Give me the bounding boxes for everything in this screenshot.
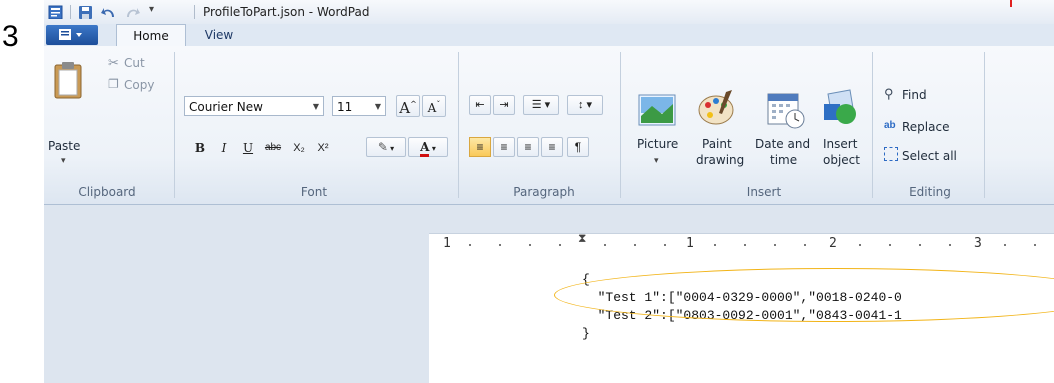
select-all-icon — [884, 147, 898, 161]
font-group-label: Font — [300, 185, 328, 199]
ruler-label: 1 — [443, 236, 451, 251]
underline-button[interactable]: U — [238, 138, 258, 158]
bullets-button[interactable]: ☰ ▾ — [523, 95, 559, 115]
date-time-label-1[interactable]: Date and — [755, 137, 810, 151]
chevron-down-icon: ▼ — [312, 102, 319, 111]
subscript-button[interactable]: X₂ — [288, 138, 310, 158]
picture-dropdown-icon[interactable]: ▾ — [654, 155, 659, 166]
ribbon-tab-strip — [44, 24, 1054, 47]
paragraph-group-label: Paragraph — [513, 185, 575, 199]
undo-icon[interactable] — [100, 5, 118, 19]
paint-drawing-label-1[interactable]: Paint — [702, 137, 732, 151]
ruler[interactable]: 1 1 2 3 ⧗ — [429, 231, 1054, 257]
paste-icon[interactable] — [52, 61, 86, 101]
redo-icon[interactable] — [124, 5, 142, 19]
document-line: } — [582, 326, 590, 341]
tab-home[interactable]: Home — [116, 24, 186, 47]
paint-palette-icon[interactable] — [696, 88, 736, 128]
replace-icon: ab — [884, 120, 896, 131]
justify-button[interactable]: ≡ — [541, 137, 563, 157]
binoculars-icon: ⚲ — [884, 86, 894, 101]
line-spacing-button[interactable]: ↕ ▾ — [567, 95, 603, 115]
bold-button[interactable]: B — [190, 138, 210, 158]
align-center-button[interactable]: ≡ — [493, 137, 515, 157]
highlighter-icon: ✎ — [377, 140, 388, 154]
copy-icon: ❐ — [108, 77, 119, 91]
menu-icon — [59, 29, 82, 40]
red-annotation-mark — [1010, 0, 1012, 7]
ribbon-separator — [872, 52, 873, 198]
ribbon-separator — [620, 52, 621, 198]
workspace-background — [44, 205, 429, 383]
ruler-label: 3 — [974, 236, 982, 251]
paint-drawing-label-2[interactable]: drawing — [696, 153, 744, 167]
shrink-font-button[interactable]: Aˇ — [422, 95, 446, 117]
save-icon[interactable] — [78, 5, 94, 19]
date-time-icon[interactable] — [766, 90, 806, 130]
text-color-button[interactable]: A ▾ — [408, 137, 448, 157]
application-menu-button[interactable] — [46, 25, 98, 45]
ruler-label: 2 — [829, 236, 837, 251]
ribbon-separator — [174, 52, 175, 198]
window-title: ProfileToPart.json - WordPad — [203, 5, 370, 19]
align-right-button[interactable]: ≡ — [517, 137, 539, 157]
font-size-select[interactable]: 11 ▼ — [332, 96, 386, 116]
highlight-color-button[interactable]: ✎ ▾ — [366, 137, 406, 157]
step-number: 3 — [2, 20, 19, 53]
select-all-button[interactable]: Select all — [902, 149, 957, 163]
wordpad-app-icon[interactable] — [48, 5, 64, 19]
chevron-down-icon: ▼ — [374, 102, 381, 111]
italic-button[interactable]: I — [214, 138, 234, 158]
cut-button[interactable]: Cut — [124, 56, 145, 70]
insert-group-label: Insert — [746, 185, 782, 199]
increase-indent-button[interactable]: ⇥ — [493, 95, 515, 115]
insert-object-label-2[interactable]: object — [823, 153, 860, 167]
insert-object-label-1[interactable]: Insert — [823, 137, 857, 151]
picture-button[interactable]: Picture — [637, 137, 678, 151]
editing-group-label: Editing — [909, 185, 951, 199]
tab-view[interactable]: View — [199, 24, 239, 46]
copy-button[interactable]: Copy — [124, 78, 154, 92]
picture-icon[interactable] — [638, 92, 676, 130]
paste-button[interactable]: Paste — [48, 139, 80, 153]
wordpad-window: ▾ ProfileToPart.json - WordPad Home View… — [44, 0, 1054, 383]
customize-quick-access-icon[interactable]: ▾ — [149, 4, 154, 15]
ribbon-separator — [984, 52, 985, 198]
font-family-select[interactable]: Courier New ▼ — [184, 96, 324, 116]
ruler-label: 1 — [686, 236, 694, 251]
decrease-indent-button[interactable]: ⇤ — [469, 95, 491, 115]
grow-font-button[interactable]: A^ — [396, 95, 420, 117]
superscript-button[interactable]: X² — [312, 138, 334, 158]
align-left-button[interactable]: ≡ — [469, 137, 491, 157]
title-bar: ▾ ProfileToPart.json - WordPad — [44, 0, 1054, 24]
replace-button[interactable]: Replace — [902, 120, 949, 134]
indent-marker-icon[interactable]: ⧗ — [578, 231, 586, 246]
paragraph-dialog-button[interactable]: ¶ — [567, 137, 589, 157]
insert-object-icon[interactable] — [820, 88, 860, 130]
strikethrough-button[interactable]: abc — [262, 138, 284, 158]
clipboard-group-label: Clipboard — [78, 185, 136, 199]
ribbon-separator — [458, 52, 459, 198]
find-button[interactable]: Find — [902, 88, 927, 102]
cut-icon: ✂ — [108, 55, 119, 70]
ruler-margin — [429, 205, 1054, 233]
date-time-label-2[interactable]: time — [770, 153, 797, 167]
paste-dropdown-icon[interactable]: ▾ — [61, 155, 66, 166]
